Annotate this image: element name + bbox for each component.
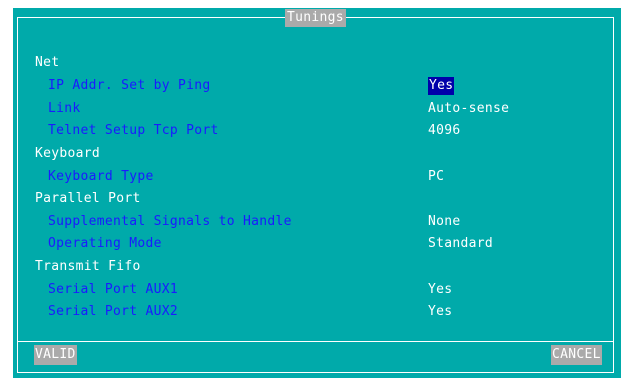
- tunings-screen: Tunings Net IP Addr. Set by Ping Yes Lin…: [13, 8, 621, 378]
- dialog-title: Tunings: [285, 9, 346, 27]
- section-net-heading: Net: [35, 55, 60, 70]
- keyboard-type-label: Keyboard Type: [48, 169, 154, 184]
- operating-mode-label: Operating Mode: [48, 236, 162, 251]
- link-label: Link: [48, 101, 81, 116]
- operating-mode-value[interactable]: Standard: [428, 234, 493, 254]
- telnet-setup-tcp-port-value[interactable]: 4096: [428, 121, 461, 141]
- ip-addr-set-by-ping-value[interactable]: Yes: [428, 77, 455, 95]
- section-transmit-fifo-heading: Transmit Fifo: [35, 259, 141, 274]
- section-keyboard-heading: Keyboard: [35, 146, 101, 161]
- link-value[interactable]: Auto-sense: [428, 99, 509, 119]
- supplemental-signals-value[interactable]: None: [428, 212, 461, 232]
- button-bar-divider: [17, 341, 614, 342]
- cancel-button[interactable]: CANCEL: [551, 345, 602, 365]
- serial-port-aux2-label: Serial Port AUX2: [48, 304, 179, 319]
- ip-addr-set-by-ping-label: IP Addr. Set by Ping: [48, 78, 211, 93]
- telnet-setup-tcp-port-label: Telnet Setup Tcp Port: [48, 123, 219, 138]
- supplemental-signals-label: Supplemental Signals to Handle: [48, 214, 292, 229]
- serial-port-aux1-label: Serial Port AUX1: [48, 282, 179, 297]
- section-parallel-port-heading: Parallel Port: [35, 191, 141, 206]
- serial-port-aux1-value[interactable]: Yes: [428, 280, 452, 300]
- serial-port-aux2-value[interactable]: Yes: [428, 302, 452, 322]
- valid-button[interactable]: VALID: [34, 345, 77, 365]
- keyboard-type-value[interactable]: PC: [428, 167, 444, 187]
